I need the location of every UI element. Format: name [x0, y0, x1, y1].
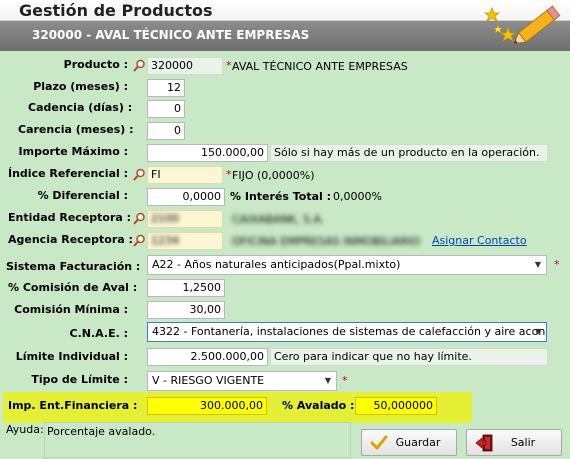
- tipo-limite-select[interactable]: V - RIESGO VIGENTE ▼: [147, 371, 337, 391]
- cnae-label: C.N.A.E. :: [69, 327, 128, 340]
- producto-code-input[interactable]: 320000: [147, 57, 223, 75]
- entidad-code-input[interactable]: 2100: [147, 210, 223, 228]
- agencia-description: OFICINA EMPRESAS INMOBILIARIO: [232, 235, 421, 248]
- search-icon[interactable]: [133, 212, 146, 225]
- importe-maximo-label: Importe Máximo :: [18, 145, 128, 158]
- help-label: Ayuda:: [6, 423, 44, 436]
- limite-individual-note: Cero para indicar que no hay límite.: [270, 348, 548, 366]
- indice-code-input[interactable]: FI: [147, 166, 223, 184]
- sistema-label: Sistema Facturación :: [6, 260, 141, 273]
- required-mark: *: [554, 258, 560, 271]
- required-mark: *: [226, 59, 232, 72]
- chevron-down-icon: ▼: [534, 260, 541, 269]
- diferencial-label: % Diferencial :: [37, 189, 128, 202]
- importe-maximo-input[interactable]: 150.000,00: [147, 144, 268, 162]
- imp-ent-financiera-input[interactable]: 300.000,00: [147, 397, 267, 415]
- cnae-select[interactable]: 4322 - Fontanería, instalaciones de sist…: [147, 322, 547, 342]
- chevron-down-icon: ▼: [534, 327, 541, 336]
- tipo-limite-label: Tipo de Límite :: [31, 373, 128, 386]
- indice-label: Índice Referencial :: [8, 167, 128, 180]
- required-mark: *: [342, 374, 348, 387]
- plazo-input[interactable]: 12: [147, 79, 185, 97]
- search-icon[interactable]: [133, 59, 146, 72]
- entidad-label: Entidad Receptora :: [8, 211, 132, 224]
- stars-pencil-icon: [483, 5, 561, 44]
- limite-individual-input[interactable]: 2.500.000,00: [147, 348, 268, 366]
- required-mark: *: [226, 168, 232, 181]
- asignar-contacto-link[interactable]: Asignar Contacto: [432, 234, 527, 247]
- limite-individual-label: Límite Individual :: [15, 350, 128, 363]
- carencia-input[interactable]: 0: [147, 122, 185, 140]
- producto-label: Producto :: [63, 58, 128, 71]
- window-header: Gestión de Productos 320000 - AVAL TÉCNI…: [0, 0, 570, 51]
- product-subtitle: 320000 - AVAL TÉCNICO ANTE EMPRESAS: [32, 28, 310, 42]
- interes-total-label: % Interés Total :: [230, 190, 332, 203]
- comision-aval-input[interactable]: 1,2500: [147, 279, 225, 297]
- diferencial-input[interactable]: 0,0000: [147, 188, 225, 206]
- interes-total-value: 0,0000%: [333, 190, 382, 203]
- comision-aval-label: % Comisión de Aval :: [8, 281, 138, 294]
- guardar-button[interactable]: Guardar: [361, 429, 457, 456]
- chevron-down-icon: ▼: [324, 376, 331, 385]
- salir-button[interactable]: Salir: [466, 429, 562, 456]
- plazo-label: Plazo (meses) :: [33, 80, 128, 93]
- product-form: Producto : 320000 * AVAL TÉCNICO ANTE EM…: [0, 51, 570, 459]
- agencia-label: Agencia Receptora :: [8, 233, 133, 246]
- comision-minima-label: Comisión Mínima :: [14, 303, 128, 316]
- search-icon[interactable]: [133, 234, 146, 247]
- avalado-label: % Avalado :: [282, 399, 355, 412]
- comision-minima-input[interactable]: 30,00: [147, 301, 225, 319]
- avalado-input[interactable]: 50,000000: [355, 397, 437, 415]
- page-title: Gestión de Productos: [19, 1, 213, 20]
- search-icon[interactable]: [133, 168, 146, 181]
- entidad-description: CAIXABANK, S.A.: [232, 213, 325, 226]
- cadencia-label: Cadencia (días) :: [28, 101, 133, 114]
- producto-description: AVAL TÉCNICO ANTE EMPRESAS: [232, 60, 408, 73]
- agencia-code-input[interactable]: 1234: [147, 232, 223, 250]
- indice-description: FIJO (0,0000%): [232, 169, 315, 182]
- sistema-select[interactable]: A22 - Años naturales anticipados(Ppal.mi…: [147, 255, 547, 275]
- importe-maximo-note: Sólo si hay más de un producto en la ope…: [270, 144, 548, 162]
- imp-ent-financiera-label: Imp. Ent.Financiera :: [8, 399, 138, 412]
- carencia-label: Carencia (meses) :: [18, 123, 134, 136]
- cadencia-input[interactable]: 0: [147, 100, 185, 118]
- help-text: Porcentaje avalado.: [44, 422, 351, 458]
